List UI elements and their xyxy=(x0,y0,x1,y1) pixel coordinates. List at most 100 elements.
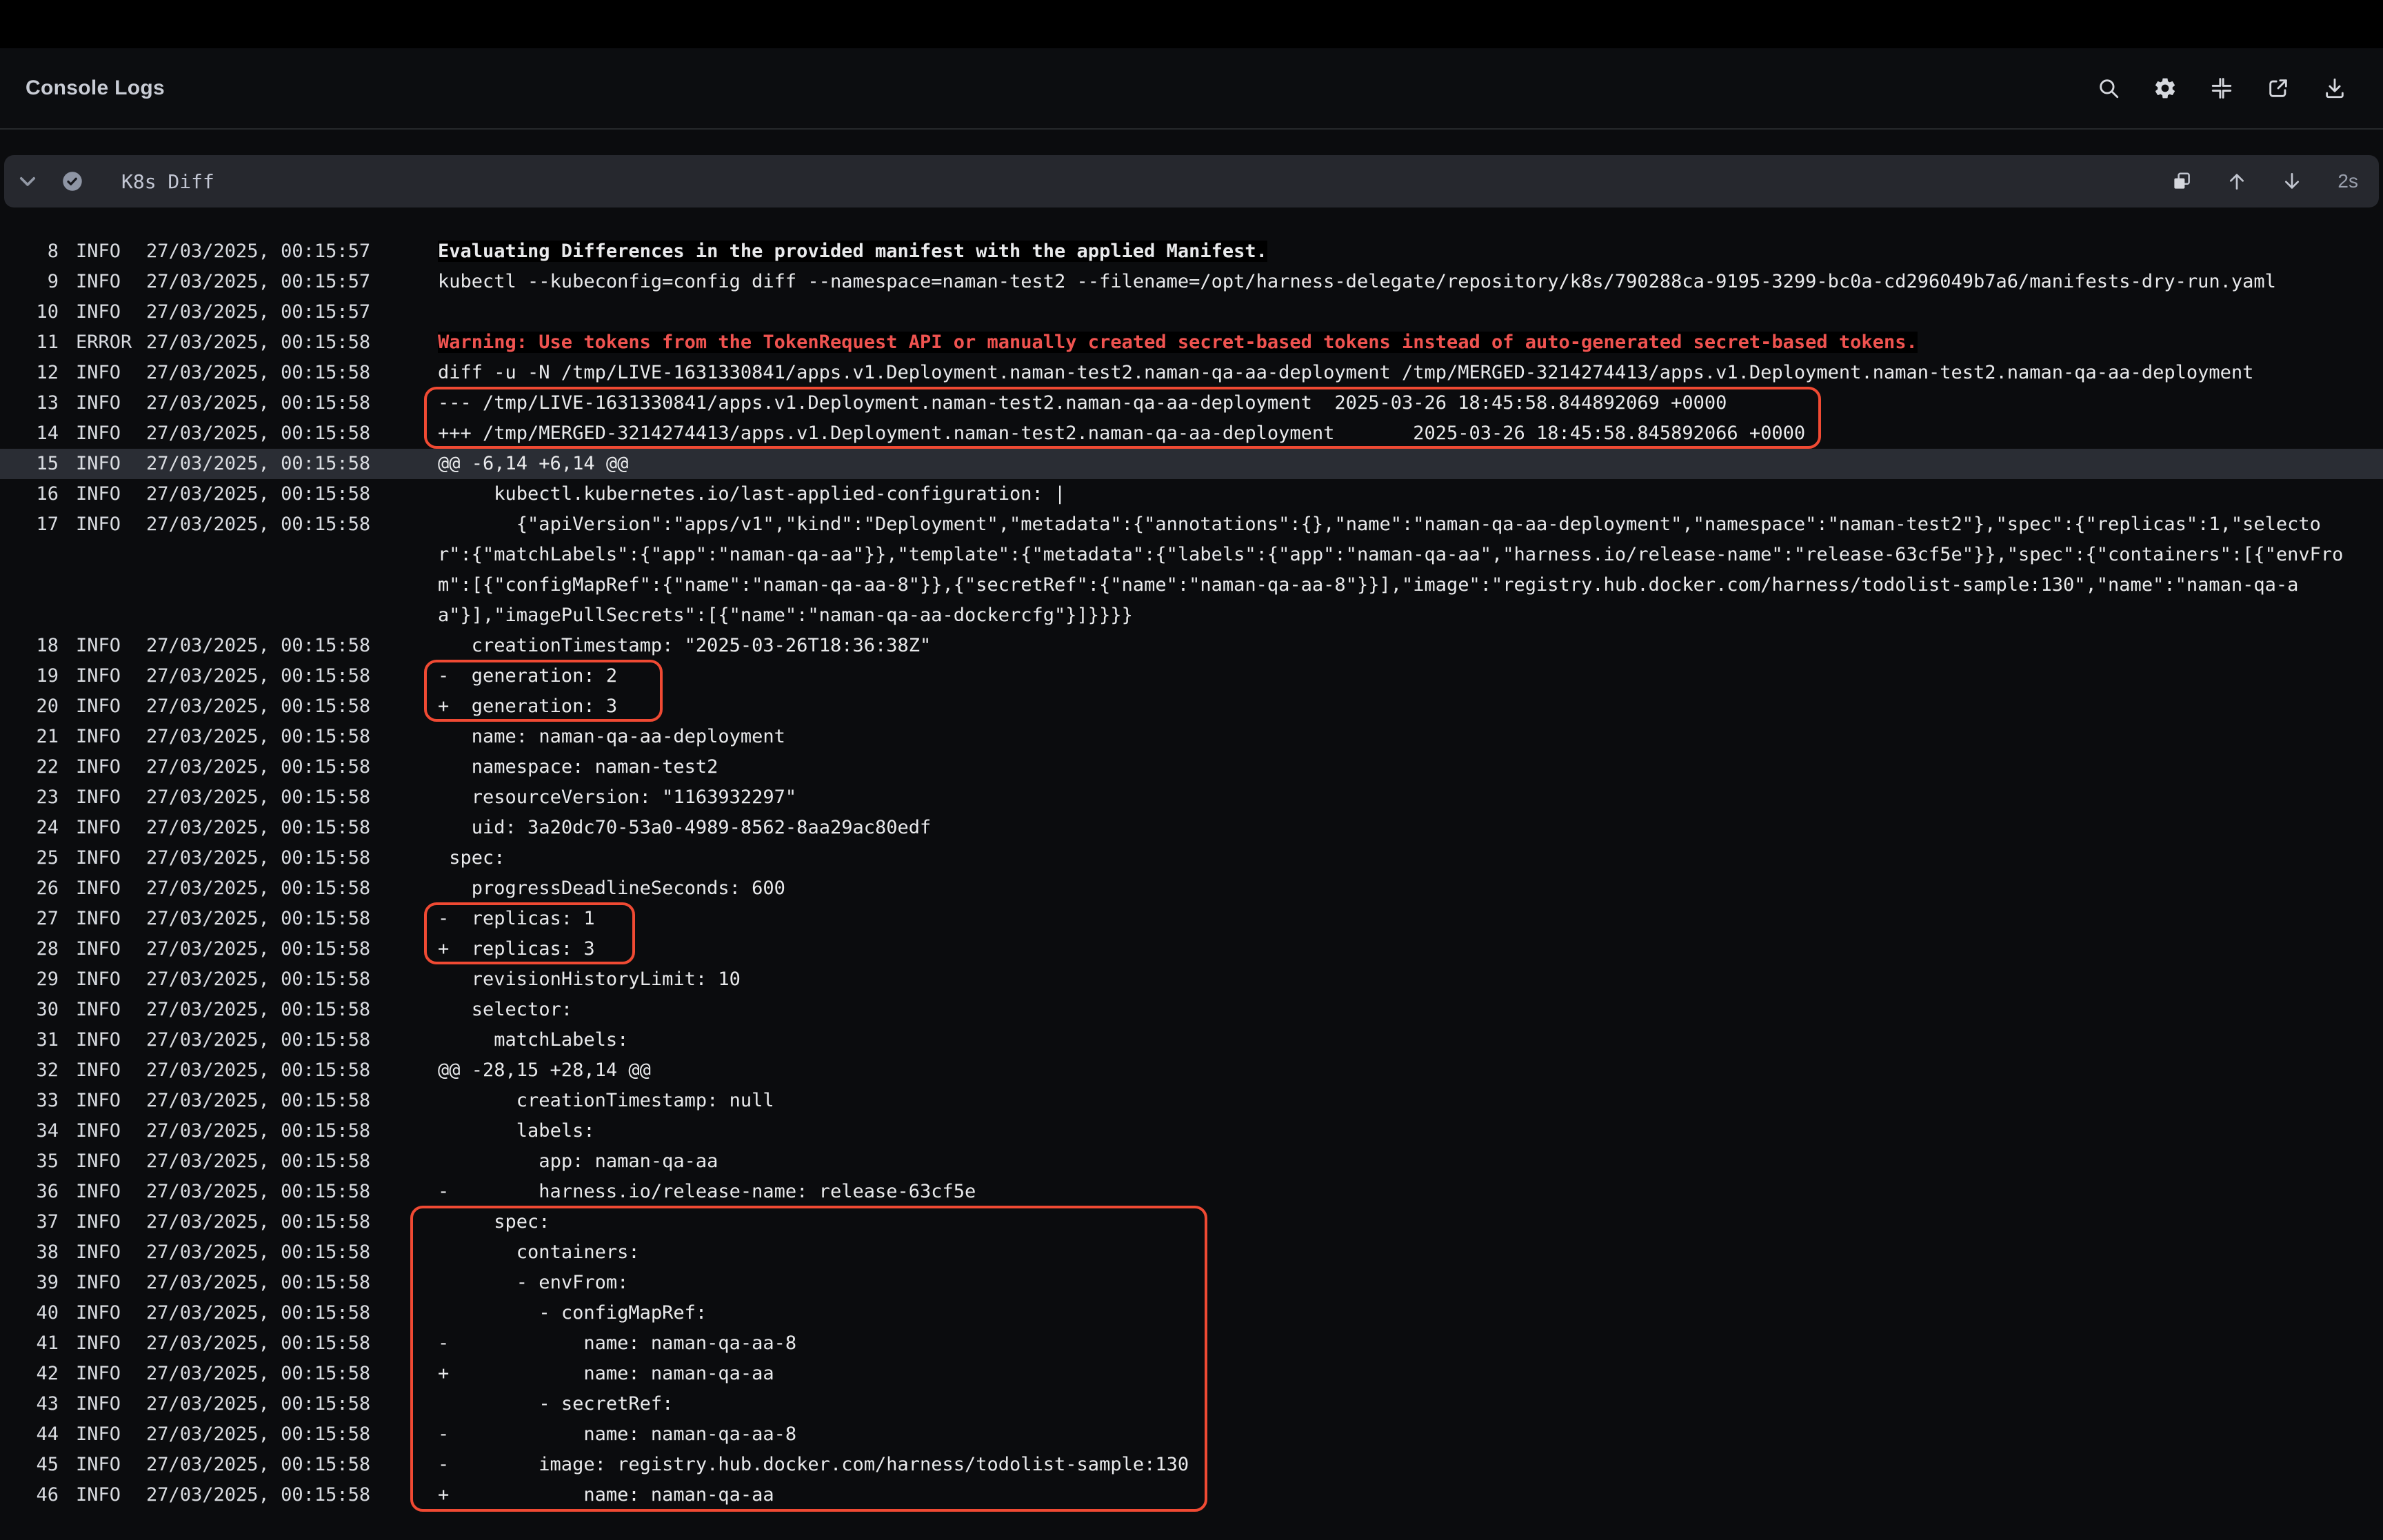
collapse-button[interactable] xyxy=(2206,73,2237,103)
log-timestamp: 27/03/2025, 00:15:58 xyxy=(146,1450,438,1480)
log-text: - envFrom: xyxy=(438,1268,2355,1298)
log-line-number: 17 xyxy=(0,509,59,631)
log-line-number: 26 xyxy=(0,873,59,904)
settings-button[interactable] xyxy=(2150,73,2180,103)
log-row[interactable]: 18 INFO 27/03/2025, 00:15:58 creationTim… xyxy=(0,631,2383,661)
step-toolbar: 2s xyxy=(2166,166,2358,196)
log-timestamp: 27/03/2025, 00:15:58 xyxy=(146,1268,438,1298)
log-row[interactable]: 39 INFO 27/03/2025, 00:15:58 - envFrom: xyxy=(0,1268,2383,1298)
log-row[interactable]: 41 INFO 27/03/2025, 00:15:58 - name: nam… xyxy=(0,1328,2383,1359)
log-timestamp: 27/03/2025, 00:15:58 xyxy=(146,904,438,934)
log-row[interactable]: 20 INFO 27/03/2025, 00:15:58 + generatio… xyxy=(0,691,2383,722)
log-line-number: 9 xyxy=(0,267,59,297)
log-level: INFO xyxy=(76,1237,146,1268)
log-line-number: 41 xyxy=(0,1328,59,1359)
log-text: - harness.io/release-name: release-63cf5… xyxy=(438,1177,2355,1207)
open-in-new-button[interactable] xyxy=(2263,73,2293,103)
log-row[interactable]: 15 INFO 27/03/2025, 00:15:58 @@ -6,14 +6… xyxy=(0,449,2383,479)
log-level: INFO xyxy=(76,418,146,449)
log-row[interactable]: 35 INFO 27/03/2025, 00:15:58 app: naman-… xyxy=(0,1146,2383,1177)
log-row[interactable]: 30 INFO 27/03/2025, 00:15:58 selector: xyxy=(0,995,2383,1025)
log-timestamp: 27/03/2025, 00:15:58 xyxy=(146,1025,438,1055)
log-timestamp: 27/03/2025, 00:15:58 xyxy=(146,752,438,782)
log-text: kubectl --kubeconfig=config diff --names… xyxy=(438,267,2355,297)
download-button[interactable] xyxy=(2320,73,2350,103)
log-line-number: 19 xyxy=(0,661,59,691)
log-timestamp: 27/03/2025, 00:15:57 xyxy=(146,297,438,327)
log-level: INFO xyxy=(76,661,146,691)
log-row[interactable]: 10 INFO 27/03/2025, 00:15:57 xyxy=(0,297,2383,327)
log-row[interactable]: 25 INFO 27/03/2025, 00:15:58 spec: xyxy=(0,843,2383,873)
arrow-up-icon xyxy=(2226,170,2248,192)
log-timestamp: 27/03/2025, 00:15:58 xyxy=(146,388,438,418)
log-row[interactable]: 34 INFO 27/03/2025, 00:15:58 labels: xyxy=(0,1116,2383,1146)
log-text: - name: naman-qa-aa-8 xyxy=(438,1328,2355,1359)
log-row[interactable]: 46 INFO 27/03/2025, 00:15:58 + name: nam… xyxy=(0,1480,2383,1510)
log-line-number: 15 xyxy=(0,449,59,479)
log-row[interactable]: 31 INFO 27/03/2025, 00:15:58 matchLabels… xyxy=(0,1025,2383,1055)
console-logs-page: Console Logs xyxy=(0,0,2383,1540)
log-level: INFO xyxy=(76,479,146,509)
log-row[interactable]: 33 INFO 27/03/2025, 00:15:58 creationTim… xyxy=(0,1086,2383,1116)
log-timestamp: 27/03/2025, 00:15:58 xyxy=(146,813,438,843)
log-row[interactable]: 23 INFO 27/03/2025, 00:15:58 resourceVer… xyxy=(0,782,2383,813)
log-line-number: 36 xyxy=(0,1177,59,1207)
step-header-k8s-diff[interactable]: K8s Diff xyxy=(4,155,2379,207)
log-row[interactable]: 38 INFO 27/03/2025, 00:15:58 containers: xyxy=(0,1237,2383,1268)
log-text: - replicas: 1 xyxy=(438,904,2355,934)
log-row[interactable]: 32 INFO 27/03/2025, 00:15:58 @@ -28,15 +… xyxy=(0,1055,2383,1086)
log-row[interactable]: 28 INFO 27/03/2025, 00:15:58 + replicas:… xyxy=(0,934,2383,964)
log-row[interactable]: 12 INFO 27/03/2025, 00:15:58 diff -u -N … xyxy=(0,358,2383,388)
log-row[interactable]: 27 INFO 27/03/2025, 00:15:58 - replicas:… xyxy=(0,904,2383,934)
log-timestamp: 27/03/2025, 00:15:58 xyxy=(146,1116,438,1146)
log-text: - generation: 2 xyxy=(438,661,2355,691)
log-row[interactable]: 17 INFO 27/03/2025, 00:15:58 {"apiVersio… xyxy=(0,509,2383,631)
log-row[interactable]: 40 INFO 27/03/2025, 00:15:58 - configMap… xyxy=(0,1298,2383,1328)
log-line-number: 16 xyxy=(0,479,59,509)
log-text: revisionHistoryLimit: 10 xyxy=(438,964,2355,995)
log-row[interactable]: 26 INFO 27/03/2025, 00:15:58 progressDea… xyxy=(0,873,2383,904)
log-row[interactable]: 11 ERROR 27/03/2025, 00:15:58 Warning: U… xyxy=(0,327,2383,358)
page-title: Console Logs xyxy=(26,77,165,100)
log-line-number: 39 xyxy=(0,1268,59,1298)
log-row[interactable]: 42 INFO 27/03/2025, 00:15:58 + name: nam… xyxy=(0,1359,2383,1389)
log-text: progressDeadlineSeconds: 600 xyxy=(438,873,2355,904)
log-row[interactable]: 16 INFO 27/03/2025, 00:15:58 kubectl.kub… xyxy=(0,479,2383,509)
log-level: INFO xyxy=(76,691,146,722)
log-timestamp: 27/03/2025, 00:15:57 xyxy=(146,267,438,297)
log-level: ERROR xyxy=(76,327,146,358)
log-text: spec: xyxy=(438,843,2355,873)
log-row[interactable]: 8 INFO 27/03/2025, 00:15:57 Evaluating D… xyxy=(0,236,2383,267)
log-level: INFO xyxy=(76,1116,146,1146)
log-row[interactable]: 24 INFO 27/03/2025, 00:15:58 uid: 3a20dc… xyxy=(0,813,2383,843)
log-viewer: K8s Diff xyxy=(0,130,2383,1510)
download-icon xyxy=(2323,77,2346,100)
log-row[interactable]: 37 INFO 27/03/2025, 00:15:58 spec: xyxy=(0,1207,2383,1237)
log-text: @@ -28,15 +28,14 @@ xyxy=(438,1055,2355,1086)
log-level: INFO xyxy=(76,1328,146,1359)
log-timestamp: 27/03/2025, 00:15:58 xyxy=(146,631,438,661)
log-line-number: 13 xyxy=(0,388,59,418)
log-row[interactable]: 9 INFO 27/03/2025, 00:15:57 kubectl --ku… xyxy=(0,267,2383,297)
log-level: INFO xyxy=(76,236,146,267)
search-button[interactable] xyxy=(2093,73,2124,103)
log-row[interactable]: 21 INFO 27/03/2025, 00:15:58 name: naman… xyxy=(0,722,2383,752)
log-timestamp: 27/03/2025, 00:15:58 xyxy=(146,1480,438,1510)
collapse-step-button[interactable] xyxy=(14,168,41,195)
log-row[interactable]: 43 INFO 27/03/2025, 00:15:58 - secretRef… xyxy=(0,1389,2383,1419)
log-row[interactable]: 14 INFO 27/03/2025, 00:15:58 +++ /tmp/ME… xyxy=(0,418,2383,449)
scroll-to-bottom-button[interactable] xyxy=(2277,166,2307,196)
log-row[interactable]: 13 INFO 27/03/2025, 00:15:58 --- /tmp/LI… xyxy=(0,388,2383,418)
log-row[interactable]: 44 INFO 27/03/2025, 00:15:58 - name: nam… xyxy=(0,1419,2383,1450)
log-level: INFO xyxy=(76,873,146,904)
scroll-to-top-button[interactable] xyxy=(2222,166,2252,196)
log-row[interactable]: 29 INFO 27/03/2025, 00:15:58 revisionHis… xyxy=(0,964,2383,995)
log-row[interactable]: 22 INFO 27/03/2025, 00:15:58 namespace: … xyxy=(0,752,2383,782)
log-text: spec: xyxy=(438,1207,2355,1237)
log-row[interactable]: 36 INFO 27/03/2025, 00:15:58 - harness.i… xyxy=(0,1177,2383,1207)
log-text: + generation: 3 xyxy=(438,691,2355,722)
log-lines-container: 8 INFO 27/03/2025, 00:15:57 Evaluating D… xyxy=(0,207,2383,1510)
log-row[interactable]: 45 INFO 27/03/2025, 00:15:58 - image: re… xyxy=(0,1450,2383,1480)
log-row[interactable]: 19 INFO 27/03/2025, 00:15:58 - generatio… xyxy=(0,661,2383,691)
copy-logs-button[interactable] xyxy=(2166,166,2197,196)
